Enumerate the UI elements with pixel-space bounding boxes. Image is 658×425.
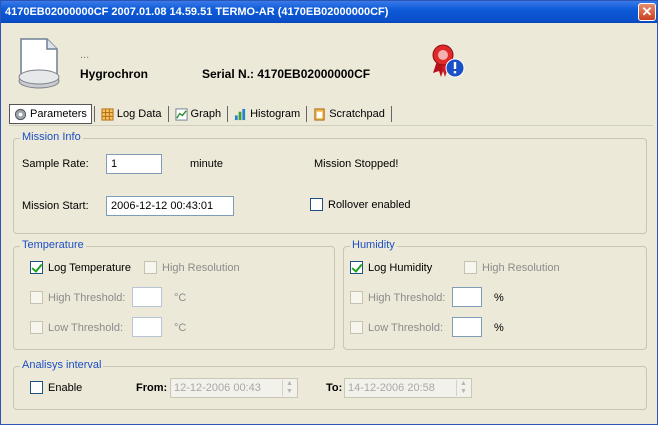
temp-high-threshold-checkbox[interactable]: High Threshold: bbox=[30, 291, 125, 304]
tab-bar: Parameters Log Data Graph Histogram Scra… bbox=[9, 103, 394, 125]
checkbox-box[interactable] bbox=[464, 261, 477, 274]
log-humidity-checkbox[interactable]: Log Humidity bbox=[350, 261, 432, 274]
sample-rate-input[interactable]: 1 bbox=[106, 154, 162, 174]
award-badge-icon bbox=[432, 44, 465, 78]
checkbox-box[interactable] bbox=[310, 198, 323, 211]
tab-label: Graph bbox=[190, 108, 222, 120]
histogram-icon bbox=[235, 108, 246, 120]
notepad-icon bbox=[314, 107, 325, 121]
checkbox-box[interactable] bbox=[350, 291, 363, 304]
temperature-group: Temperature Log Temperature High Resolut… bbox=[13, 239, 335, 350]
gear-icon bbox=[14, 108, 27, 120]
high-resolution-label: High Resolution bbox=[482, 261, 560, 274]
checkbox-box[interactable] bbox=[30, 381, 43, 394]
high-threshold-label: High Threshold: bbox=[48, 291, 126, 304]
tab-label: Scratchpad bbox=[329, 108, 385, 120]
device-description: ... bbox=[80, 49, 90, 61]
enable-checkbox[interactable]: Enable bbox=[30, 381, 82, 394]
tab-separator bbox=[93, 106, 95, 122]
hum-high-unit: % bbox=[494, 292, 504, 304]
sample-rate-label: Sample Rate: bbox=[22, 158, 89, 170]
log-humidity-label: Log Humidity bbox=[368, 261, 433, 274]
temp-low-unit: °C bbox=[174, 322, 187, 334]
tab-label: Histogram bbox=[250, 108, 301, 120]
tab-separator bbox=[306, 106, 308, 122]
checkbox-box[interactable] bbox=[30, 261, 43, 274]
mission-info-group: Mission Info Sample Rate: 1 minute Missi… bbox=[13, 131, 647, 234]
tab-separator bbox=[167, 106, 169, 122]
title-bar[interactable]: 4170EB02000000CF 2007.01.08 14.59.51 TER… bbox=[1, 1, 657, 23]
checkbox-box[interactable] bbox=[30, 291, 43, 304]
from-date-spinner[interactable]: 12-12-2006 00:43 ▲ ▼ bbox=[170, 378, 298, 398]
temp-low-threshold-checkbox[interactable]: Low Threshold: bbox=[30, 321, 123, 334]
temp-high-resolution-checkbox[interactable]: High Resolution bbox=[144, 261, 240, 274]
tab-label: Parameters bbox=[30, 108, 87, 120]
tab-separator bbox=[390, 106, 392, 122]
device-document-icon bbox=[18, 38, 60, 89]
tab-histogram[interactable]: Histogram bbox=[230, 104, 304, 124]
tab-log-data[interactable]: Log Data bbox=[97, 104, 166, 124]
to-date-spinner[interactable]: 14-12-2006 20:58 ▲ ▼ bbox=[344, 378, 472, 398]
hum-high-resolution-checkbox[interactable]: High Resolution bbox=[464, 261, 560, 274]
temperature-legend: Temperature bbox=[20, 239, 86, 251]
high-threshold-label: High Threshold: bbox=[368, 291, 446, 304]
tab-parameters[interactable]: Parameters bbox=[9, 104, 92, 124]
mission-start-input[interactable]: 2006-12-12 00:43:01 bbox=[106, 196, 234, 216]
temp-low-threshold-input[interactable] bbox=[132, 317, 162, 337]
checkbox-box[interactable] bbox=[144, 261, 157, 274]
log-temperature-checkbox[interactable]: Log Temperature bbox=[30, 261, 131, 274]
spinner-arrows-icon[interactable]: ▲ ▼ bbox=[456, 380, 470, 396]
dialog-window: 4170EB02000000CF 2007.01.08 14.59.51 TER… bbox=[0, 0, 658, 425]
checkbox-box[interactable] bbox=[30, 321, 43, 334]
close-button[interactable]: ✕ bbox=[638, 3, 656, 21]
temp-high-threshold-input[interactable] bbox=[132, 287, 162, 307]
rollover-label: Rollover enabled bbox=[328, 198, 411, 211]
hum-high-threshold-checkbox[interactable]: High Threshold: bbox=[350, 291, 445, 304]
device-header: ... Hygrochron Serial N.: 4170EB02000000… bbox=[7, 29, 651, 95]
sample-rate-unit: minute bbox=[190, 158, 224, 170]
to-date-value: 14-12-2006 20:58 bbox=[348, 382, 435, 394]
to-label: To: bbox=[326, 382, 343, 394]
tab-label: Log Data bbox=[116, 108, 162, 120]
low-threshold-label: Low Threshold: bbox=[368, 321, 444, 334]
mission-info-legend: Mission Info bbox=[20, 131, 83, 143]
window-title: 4170EB02000000CF 2007.01.08 14.59.51 TER… bbox=[5, 6, 389, 18]
low-threshold-label: Low Threshold: bbox=[48, 321, 124, 334]
serial-number: Serial N.: 4170EB02000000CF bbox=[202, 67, 371, 81]
tab-scratchpad[interactable]: Scratchpad bbox=[309, 104, 389, 124]
spinner-arrows-icon[interactable]: ▲ ▼ bbox=[282, 380, 296, 396]
hum-high-threshold-input[interactable] bbox=[452, 287, 482, 307]
checkbox-box[interactable] bbox=[350, 261, 363, 274]
from-date-value: 12-12-2006 00:43 bbox=[174, 382, 261, 394]
tab-separator bbox=[227, 106, 229, 122]
graph-icon bbox=[174, 107, 188, 121]
analysis-interval-group: Analisys interval Enable From: 12-12-200… bbox=[13, 359, 647, 410]
hum-low-unit: % bbox=[494, 322, 504, 334]
from-label: From: bbox=[136, 382, 168, 394]
checkbox-box[interactable] bbox=[350, 321, 363, 334]
enable-label: Enable bbox=[48, 381, 83, 394]
humidity-group: Humidity Log Humidity High Resolution Hi… bbox=[343, 239, 647, 350]
tab-graph[interactable]: Graph bbox=[171, 104, 226, 124]
temp-high-unit: °C bbox=[174, 292, 187, 304]
device-name: Hygrochron bbox=[80, 67, 149, 81]
hum-low-threshold-checkbox[interactable]: Low Threshold: bbox=[350, 321, 443, 334]
mission-start-label: Mission Start: bbox=[22, 200, 89, 212]
table-icon bbox=[101, 107, 114, 121]
hum-low-threshold-input[interactable] bbox=[452, 317, 482, 337]
humidity-legend: Humidity bbox=[350, 239, 397, 251]
mission-status: Mission Stopped! bbox=[314, 158, 399, 170]
rollover-checkbox[interactable]: Rollover enabled bbox=[310, 198, 411, 211]
high-resolution-label: High Resolution bbox=[162, 261, 240, 274]
analysis-interval-legend: Analisys interval bbox=[20, 359, 104, 371]
log-temperature-label: Log Temperature bbox=[48, 261, 131, 274]
parameters-panel: Mission Info Sample Rate: 1 minute Missi… bbox=[9, 125, 653, 423]
